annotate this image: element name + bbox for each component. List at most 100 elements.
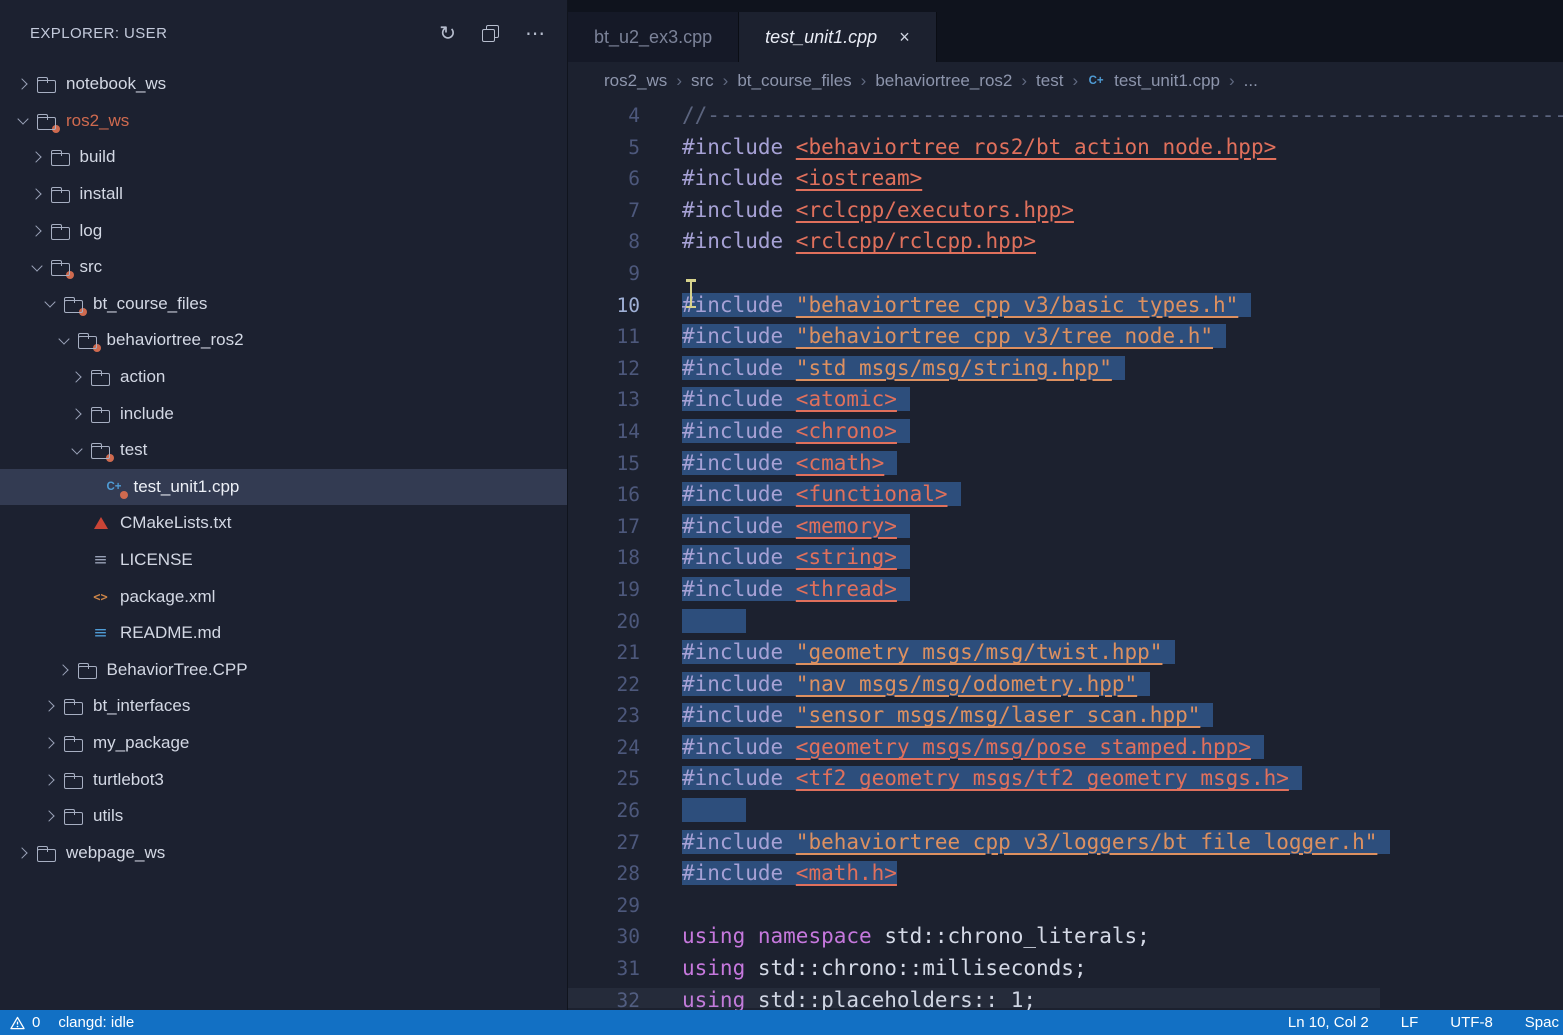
encoding-indicator[interactable]: UTF-8 — [1450, 1014, 1493, 1031]
tree-item-my-package[interactable]: my_package — [0, 725, 567, 762]
code-line[interactable]: 21#include "geometry_msgs/msg/twist.hpp" — [568, 637, 1563, 669]
breadcrumb-item-behaviortree-ros2[interactable]: behaviortree_ros2 — [875, 71, 1012, 91]
code-line[interactable]: 12#include "std_msgs/msg/string.hpp" — [568, 353, 1563, 385]
line-number[interactable]: 4 — [568, 100, 640, 132]
code-line[interactable]: 16#include <functional> — [568, 479, 1563, 511]
problems-status[interactable]: 0 — [10, 1014, 40, 1031]
code-line[interactable]: 4//-------------------------------------… — [568, 100, 1563, 132]
more-actions-icon[interactable]: ⋯ — [525, 23, 545, 43]
line-number[interactable]: 9 — [568, 258, 640, 290]
tree-item-utils[interactable]: utils — [0, 798, 567, 835]
code-line[interactable]: 24#include <geometry_msgs/msg/pose_stamp… — [568, 732, 1563, 764]
breadcrumb-item-bt-course-files[interactable]: bt_course_files — [737, 71, 851, 91]
line-number[interactable]: 10 — [568, 290, 640, 322]
line-number[interactable]: 20 — [568, 606, 640, 638]
tree-item-turtlebot3[interactable]: turtlebot3 — [0, 761, 567, 798]
line-number[interactable]: 26 — [568, 795, 640, 827]
code-line[interactable]: 7#include <rclcpp/executors.hpp> — [568, 195, 1563, 227]
tree-item-ros2-ws[interactable]: ros2_ws — [0, 103, 567, 140]
breadcrumb-item-test[interactable]: test — [1036, 71, 1063, 91]
line-number[interactable]: 25 — [568, 763, 640, 795]
line-number[interactable]: 17 — [568, 511, 640, 543]
line-number[interactable]: 15 — [568, 448, 640, 480]
refresh-icon[interactable]: ↻ — [439, 23, 456, 43]
breadcrumb-item-test-unit1-cpp[interactable]: test_unit1.cpp — [1114, 71, 1220, 91]
code-line[interactable]: 9 — [568, 258, 1563, 290]
line-number[interactable]: 11 — [568, 321, 640, 353]
close-icon[interactable]: × — [899, 27, 910, 48]
tree-item-behaviortree-cpp[interactable]: BehaviorTree.CPP — [0, 652, 567, 689]
line-number[interactable]: 28 — [568, 858, 640, 890]
code-editor[interactable]: 4//-------------------------------------… — [568, 100, 1563, 1010]
code-line[interactable]: 6#include <iostream> — [568, 163, 1563, 195]
line-number[interactable]: 23 — [568, 700, 640, 732]
line-number[interactable]: 30 — [568, 921, 640, 953]
line-number[interactable]: 8 — [568, 226, 640, 258]
code-line[interactable]: 13#include <atomic> — [568, 384, 1563, 416]
tree-item-action[interactable]: action — [0, 359, 567, 396]
line-number[interactable]: 22 — [568, 669, 640, 701]
line-number[interactable]: 19 — [568, 574, 640, 606]
tree-item-notebook-ws[interactable]: notebook_ws — [0, 66, 567, 103]
code-line[interactable]: 30using namespace std::chrono_literals; — [568, 921, 1563, 953]
code-line[interactable]: 20 — [568, 606, 1563, 638]
code-line[interactable]: 15#include <cmath> — [568, 448, 1563, 480]
code-line[interactable]: 25#include <tf2_geometry_msgs/tf2_geomet… — [568, 763, 1563, 795]
line-number[interactable]: 24 — [568, 732, 640, 764]
eol-indicator[interactable]: LF — [1401, 1014, 1419, 1031]
tree-item-build[interactable]: build — [0, 139, 567, 176]
indentation-indicator[interactable]: Spac — [1525, 1014, 1559, 1031]
tree-item-behaviortree-ros2[interactable]: behaviortree_ros2 — [0, 322, 567, 359]
code-line[interactable]: 28#include <math.h> — [568, 858, 1563, 890]
language-server-status[interactable]: clangd: idle — [58, 1014, 134, 1031]
code-line[interactable]: 18#include <string> — [568, 542, 1563, 574]
line-number[interactable]: 7 — [568, 195, 640, 227]
tree-item-log[interactable]: log — [0, 212, 567, 249]
code-line[interactable]: 29 — [568, 890, 1563, 922]
code-line[interactable]: 26 — [568, 795, 1563, 827]
tree-item-test-unit1-cpp[interactable]: test_unit1.cpp — [0, 469, 567, 506]
line-number[interactable]: 12 — [568, 353, 640, 385]
tree-item-bt-interfaces[interactable]: bt_interfaces — [0, 688, 567, 725]
code-line[interactable]: 27#include "behaviortree_cpp_v3/loggers/… — [568, 827, 1563, 859]
line-number[interactable]: 21 — [568, 637, 640, 669]
code-line[interactable]: 31using std::chrono::milliseconds; — [568, 953, 1563, 985]
line-number[interactable]: 5 — [568, 132, 640, 164]
tree-item-src[interactable]: src — [0, 249, 567, 286]
line-number[interactable]: 13 — [568, 384, 640, 416]
line-number[interactable]: 27 — [568, 827, 640, 859]
line-number[interactable]: 18 — [568, 542, 640, 574]
code-line[interactable]: 14#include <chrono> — [568, 416, 1563, 448]
horizontal-scrollbar[interactable] — [568, 988, 1380, 1008]
breadcrumb-item-ros2-ws[interactable]: ros2_ws — [604, 71, 667, 91]
line-number[interactable]: 14 — [568, 416, 640, 448]
tree-item-include[interactable]: include — [0, 395, 567, 432]
code-line[interactable]: 8#include <rclcpp/rclcpp.hpp> — [568, 226, 1563, 258]
tree-item-label: turtlebot3 — [93, 770, 164, 790]
tree-item-license[interactable]: LICENSE — [0, 542, 567, 579]
code-line[interactable]: 11#include "behaviortree_cpp_v3/tree_nod… — [568, 321, 1563, 353]
tab-test-unit1-cpp[interactable]: test_unit1.cpp× — [739, 12, 937, 62]
breadcrumb-item-[interactable]: ... — [1244, 71, 1258, 91]
tree-item-install[interactable]: install — [0, 176, 567, 213]
tree-item-cmakelists-txt[interactable]: CMakeLists.txt — [0, 505, 567, 542]
cursor-position[interactable]: Ln 10, Col 2 — [1288, 1014, 1369, 1031]
tree-item-test[interactable]: test — [0, 432, 567, 469]
code-line[interactable]: 10#include "behaviortree_cpp_v3/basic_ty… — [568, 290, 1563, 322]
code-line[interactable]: 17#include <memory> — [568, 511, 1563, 543]
code-line[interactable]: 22#include "nav_msgs/msg/odometry.hpp" — [568, 669, 1563, 701]
code-line[interactable]: 19#include <thread> — [568, 574, 1563, 606]
tree-item-webpage-ws[interactable]: webpage_ws — [0, 834, 567, 871]
breadcrumb-item-src[interactable]: src — [691, 71, 714, 91]
tree-item-readme-md[interactable]: README.md — [0, 615, 567, 652]
collapse-folders-icon[interactable] — [482, 25, 499, 42]
tree-item-package-xml[interactable]: package.xml — [0, 578, 567, 615]
tab-bt-u2-ex3-cpp[interactable]: bt_u2_ex3.cpp — [568, 12, 739, 62]
line-number[interactable]: 16 — [568, 479, 640, 511]
line-number[interactable]: 29 — [568, 890, 640, 922]
line-number[interactable]: 31 — [568, 953, 640, 985]
code-line[interactable]: 23#include "sensor_msgs/msg/laser_scan.h… — [568, 700, 1563, 732]
code-line[interactable]: 5#include <behaviortree_ros2/bt_action_n… — [568, 132, 1563, 164]
line-number[interactable]: 6 — [568, 163, 640, 195]
tree-item-bt-course-files[interactable]: bt_course_files — [0, 286, 567, 323]
